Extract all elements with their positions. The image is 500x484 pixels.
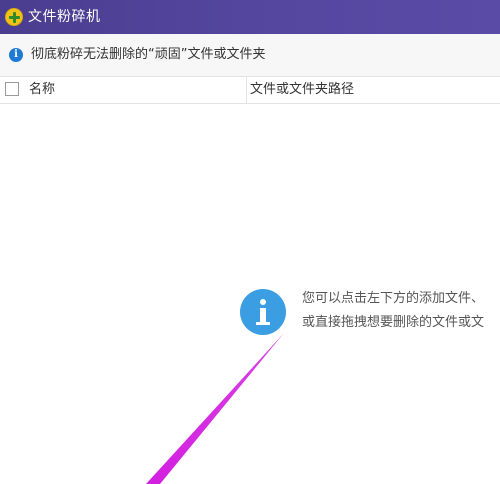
annotation-arrow-line — [146, 333, 284, 484]
window-title: 文件粉碎机 — [28, 9, 101, 25]
column-header-name[interactable]: 名称 — [29, 80, 55, 100]
info-banner-text: 彻底粉碎无法删除的“顽固”文件或文件夹 — [31, 47, 266, 62]
empty-hint-line-2: 或直接拖拽想要删除的文件或文 — [302, 315, 485, 330]
select-all-checkbox[interactable] — [5, 82, 19, 96]
info-icon: i — [9, 48, 23, 62]
info-icon — [240, 289, 286, 335]
column-header-path[interactable]: 文件或文件夹路径 — [250, 80, 354, 100]
shredder-app-icon — [5, 8, 23, 26]
file-list-header: 名称 文件或文件夹路径 — [0, 77, 500, 104]
column-divider[interactable] — [246, 77, 247, 103]
title-bar: 文件粉碎机 — [0, 0, 500, 34]
empty-hint-line-1: 您可以点击左下方的添加文件、 — [302, 291, 485, 306]
info-banner: i 彻底粉碎无法删除的“顽固”文件或文件夹 — [0, 34, 500, 77]
